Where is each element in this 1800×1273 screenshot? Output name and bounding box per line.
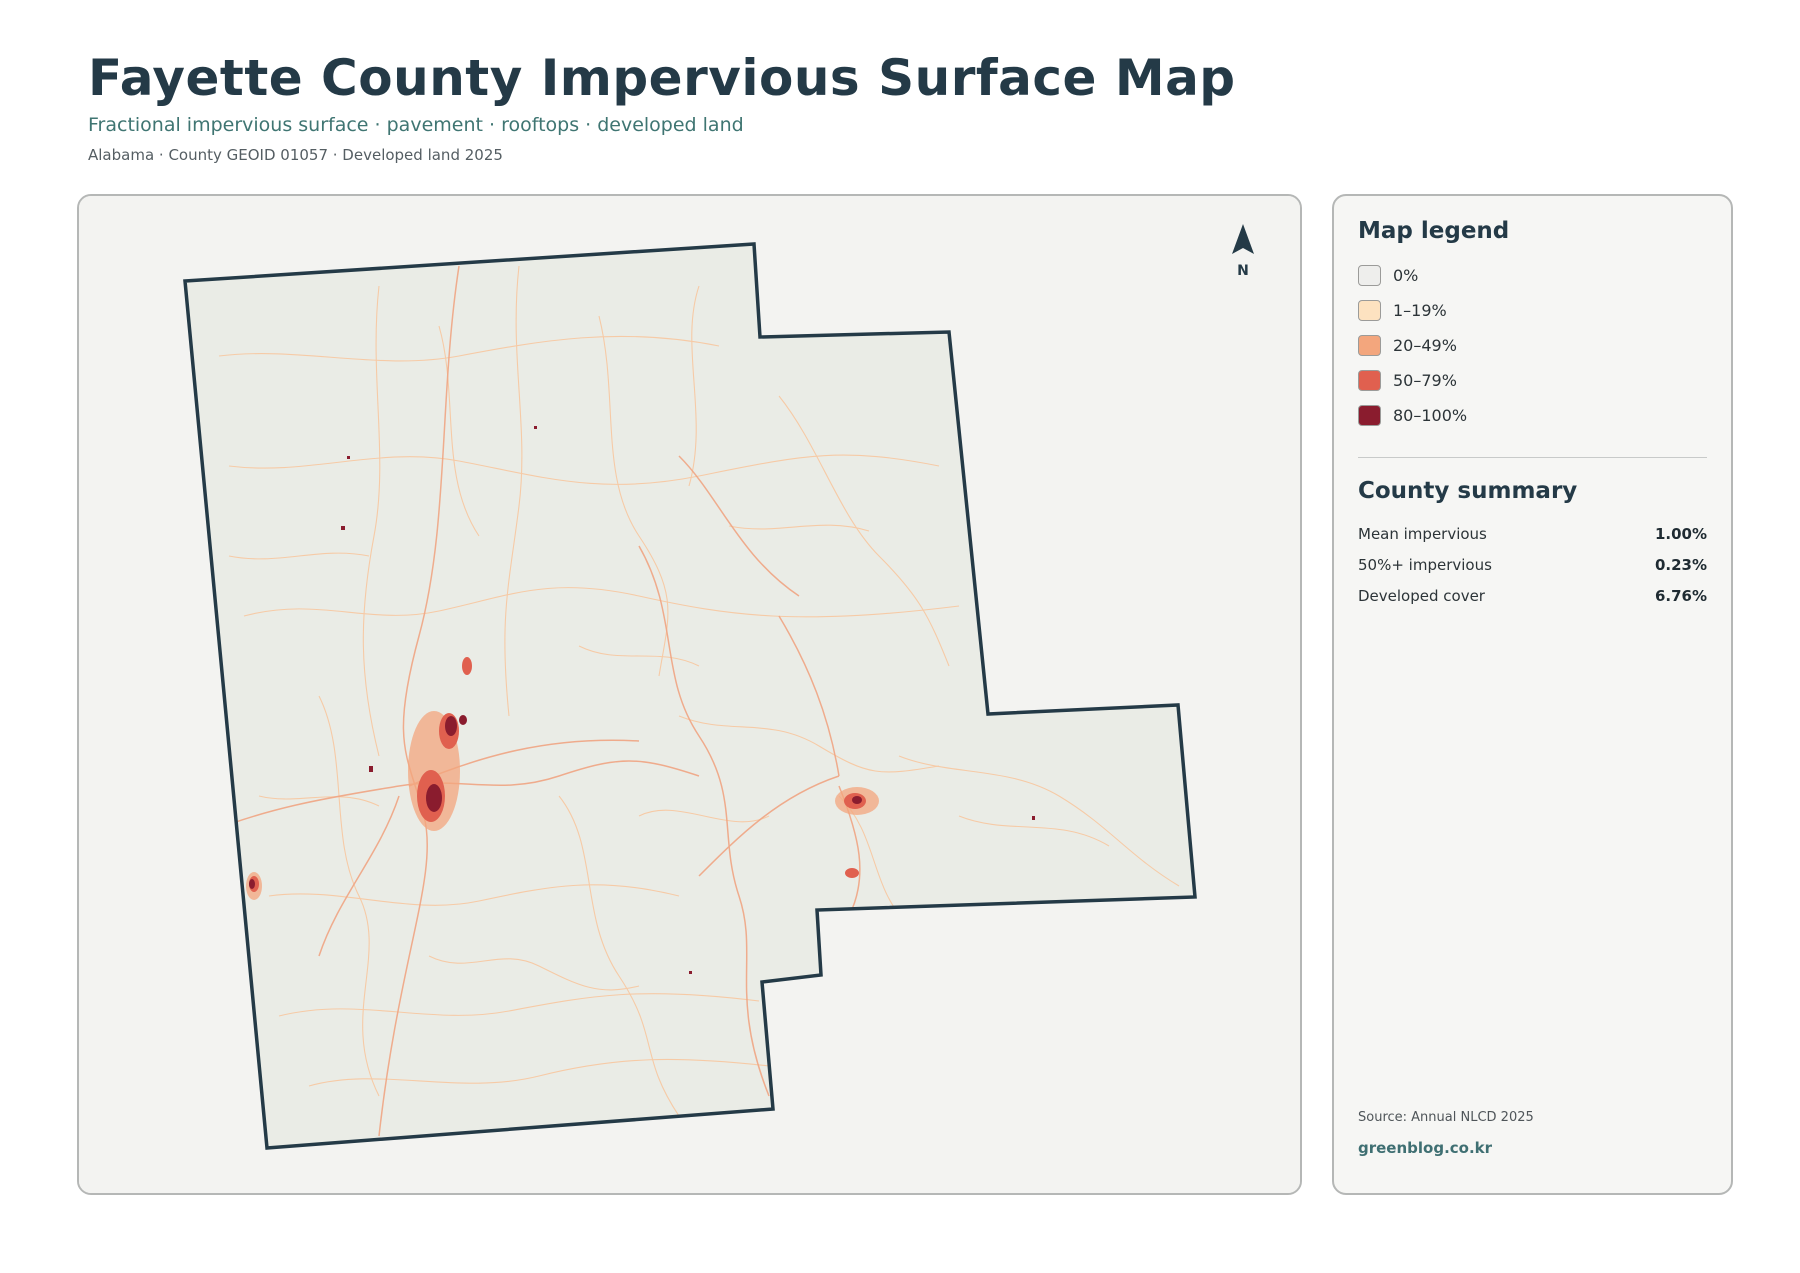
legend-label: 1–19% xyxy=(1393,301,1447,320)
map-panel: N xyxy=(77,194,1302,1195)
stat-value: 0.23% xyxy=(1654,555,1707,574)
stat-row: 50%+ impervious 0.23% xyxy=(1358,549,1707,580)
legend-item: 1–19% xyxy=(1358,293,1707,328)
legend-label: 20–49% xyxy=(1393,336,1457,355)
source-note: Source: Annual NLCD 2025 xyxy=(1358,1110,1534,1125)
stat-row: Mean impervious 1.00% xyxy=(1358,518,1707,549)
county-map: N xyxy=(79,196,1300,1193)
legend-item: 50–79% xyxy=(1358,363,1707,398)
legend-swatch xyxy=(1358,370,1381,391)
legend-swatch xyxy=(1358,405,1381,426)
legend-label: 0% xyxy=(1393,266,1419,285)
stat-row: Developed cover 6.76% xyxy=(1358,580,1707,611)
north-label: N xyxy=(1237,263,1249,279)
page-meta: Alabama · County GEOID 01057 · Developed… xyxy=(88,146,503,164)
legend-item: 80–100% xyxy=(1358,398,1707,433)
stat-value: 1.00% xyxy=(1654,524,1707,543)
header: Fayette County Impervious Surface Map Fr… xyxy=(88,48,1236,164)
legend-swatch xyxy=(1358,265,1381,286)
side-panel: Map legend 0% 1–19% 20–49% 50–79% 80–100% Co… xyxy=(1332,194,1733,1195)
legend-label: 80–100% xyxy=(1393,406,1468,425)
page-title: Fayette County Impervious Surface Map xyxy=(88,49,1236,107)
legend-label: 50–79% xyxy=(1393,371,1457,390)
footer: Source: Annual NLCD 2025 greenblog.co.kr xyxy=(1358,1110,1534,1157)
stat-label: Mean impervious xyxy=(1358,524,1487,543)
stat-label: 50%+ impervious xyxy=(1358,555,1492,574)
legend-item: 0% xyxy=(1358,258,1707,293)
page-subtitle: Fractional impervious surface · pavement… xyxy=(88,114,744,136)
legend-swatch xyxy=(1358,300,1381,321)
legend-list: 0% 1–19% 20–49% 50–79% 80–100% xyxy=(1358,258,1707,433)
site-link[interactable]: greenblog.co.kr xyxy=(1358,1139,1534,1157)
legend-item: 20–49% xyxy=(1358,328,1707,363)
legend-swatch xyxy=(1358,335,1381,356)
divider xyxy=(1358,457,1707,458)
stat-label: Developed cover xyxy=(1358,586,1485,605)
summary-stats: Mean impervious 1.00% 50%+ impervious 0.23%… xyxy=(1358,518,1707,611)
summary-title: County summary xyxy=(1358,478,1578,504)
stat-value: 6.76% xyxy=(1654,586,1707,605)
legend-title: Map legend xyxy=(1358,218,1510,244)
